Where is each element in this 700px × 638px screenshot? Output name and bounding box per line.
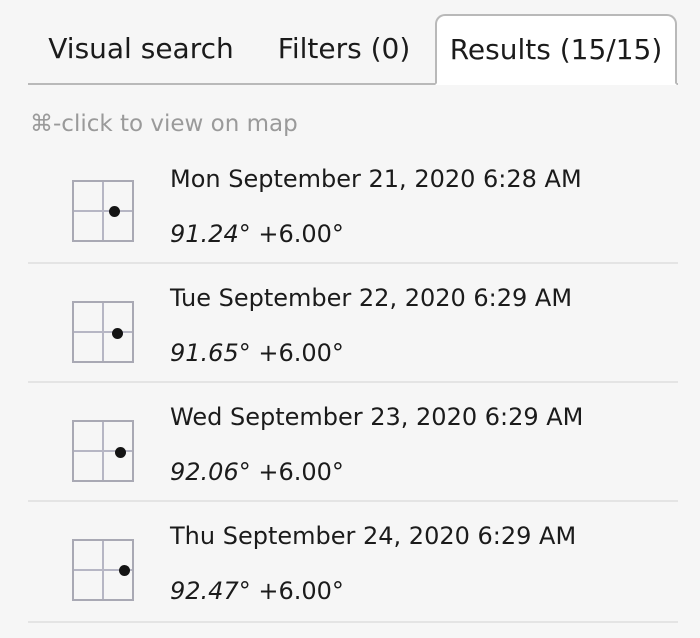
result-altitude: +6.00° [258,458,344,486]
result-azimuth: 92.06° [170,458,251,486]
result-altitude: +6.00° [258,577,344,605]
tab-results[interactable]: Results (15/15) [435,14,677,85]
sun-position-grid-icon [72,301,134,363]
result-altitude: +6.00° [258,339,344,367]
tab-filters[interactable]: Filters (0) [254,14,434,83]
result-azimuth: 92.47° [170,577,251,605]
sun-position-grid-icon [72,539,134,601]
result-coordinates: 92.06° +6.00° [170,458,344,486]
result-row[interactable]: Mon September 21, 2020 6:28 AM 91.24° +6… [28,145,678,264]
result-azimuth: 91.24° [170,220,251,248]
sun-position-grid-icon [72,420,134,482]
tab-visual-search[interactable]: Visual search [28,14,254,83]
tab-bar: Visual search Filters (0) Results (15/15… [28,14,678,85]
result-coordinates: 92.47° +6.00° [170,577,344,605]
results-list: Mon September 21, 2020 6:28 AM 91.24° +6… [28,145,678,623]
result-datetime: Thu September 24, 2020 6:29 AM [170,522,577,550]
result-datetime: Tue September 22, 2020 6:29 AM [170,284,573,312]
result-datetime: Wed September 23, 2020 6:29 AM [170,403,584,431]
result-row[interactable]: Tue September 22, 2020 6:29 AM 91.65° +6… [28,264,678,383]
results-panel: Visual search Filters (0) Results (15/15… [0,0,700,638]
result-row[interactable]: Thu September 24, 2020 6:29 AM 92.47° +6… [28,502,678,623]
map-click-hint: ⌘-click to view on map [30,111,298,137]
sun-position-grid-icon [72,180,134,242]
result-altitude: +6.00° [258,220,344,248]
result-row[interactable]: Wed September 23, 2020 6:29 AM 92.06° +6… [28,383,678,502]
result-datetime: Mon September 21, 2020 6:28 AM [170,165,582,193]
result-coordinates: 91.65° +6.00° [170,339,344,367]
result-azimuth: 91.65° [170,339,251,367]
result-coordinates: 91.24° +6.00° [170,220,344,248]
